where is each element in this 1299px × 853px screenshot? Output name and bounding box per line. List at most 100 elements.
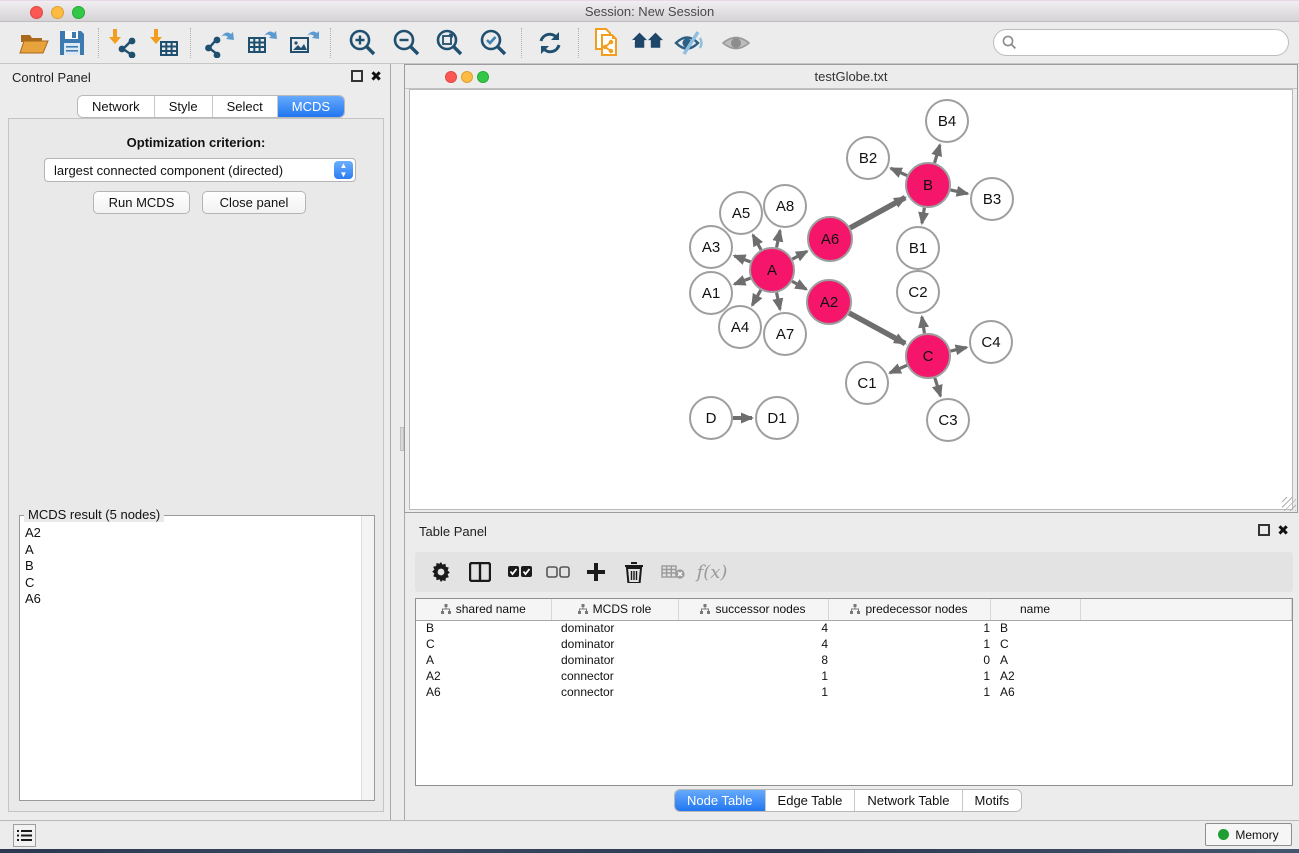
- run-mcds-button[interactable]: Run MCDS: [93, 191, 190, 214]
- graph-node-C3[interactable]: C3: [927, 399, 969, 441]
- graph-node-A3[interactable]: A3: [690, 226, 732, 268]
- graph-node-C[interactable]: C: [906, 334, 950, 378]
- graph-edge-A-A6[interactable]: [792, 251, 807, 259]
- graph-edge-C-C1[interactable]: [890, 365, 907, 373]
- graph-node-B4[interactable]: B4: [926, 100, 968, 142]
- graph-edge-A-A7[interactable]: [777, 293, 780, 310]
- graph-node-A5[interactable]: A5: [720, 192, 762, 234]
- tab-network[interactable]: Network: [78, 96, 155, 117]
- graph-node-C4[interactable]: C4: [970, 321, 1012, 363]
- graph-node-B3[interactable]: B3: [971, 178, 1013, 220]
- result-item[interactable]: B: [25, 558, 361, 575]
- task-history-button[interactable]: [13, 824, 36, 847]
- graph-node-C2[interactable]: C2: [897, 271, 939, 313]
- import-table-icon[interactable]: [148, 28, 180, 58]
- export-network-icon[interactable]: [204, 28, 236, 58]
- refresh-icon[interactable]: [534, 28, 566, 58]
- graph-node-B1[interactable]: B1: [897, 227, 939, 269]
- graph-edge-C-C4[interactable]: [950, 347, 966, 351]
- close-panel-button[interactable]: Close panel: [202, 191, 306, 214]
- graph-node-B[interactable]: B: [906, 163, 950, 207]
- tab-select[interactable]: Select: [213, 96, 278, 117]
- graph-edge-C-C3[interactable]: [935, 378, 941, 396]
- tab-style[interactable]: Style: [155, 96, 213, 117]
- table-row[interactable]: Bdominator41B: [416, 620, 1292, 636]
- column-header-successor-nodes[interactable]: successor nodes: [678, 599, 828, 620]
- criterion-dropdown[interactable]: largest connected component (directed) ▲…: [44, 158, 356, 182]
- table-row[interactable]: A2connector11A2: [416, 668, 1292, 684]
- column-header-mcds-role[interactable]: MCDS role: [551, 599, 678, 620]
- clone-network-icon[interactable]: [592, 28, 624, 58]
- graph-node-A8[interactable]: A8: [764, 185, 806, 227]
- graph-node-C1[interactable]: C1: [846, 362, 888, 404]
- zoom-selected-icon[interactable]: [477, 28, 509, 58]
- graph-edge-A-A8[interactable]: [777, 230, 780, 247]
- graph-edge-C-C2[interactable]: [922, 317, 925, 334]
- splitter-grip[interactable]: [400, 427, 404, 451]
- graph-edge-A6-B[interactable]: [850, 198, 905, 228]
- close-panel-icon[interactable]: ✖: [1277, 524, 1289, 536]
- graph-edge-A-A3[interactable]: [734, 256, 750, 262]
- graph-node-A2[interactable]: A2: [807, 280, 851, 324]
- result-item[interactable]: C: [25, 575, 361, 592]
- graph-edge-B-B2[interactable]: [891, 168, 907, 175]
- open-file-icon[interactable]: [18, 28, 50, 58]
- network-canvas[interactable]: B4 B2 B B3 A5A8A6 B1 A3 A C2 A1 A2 A4A7 C4 C C1 D D1 C3: [409, 89, 1293, 510]
- graph-edge-A-A1[interactable]: [734, 278, 750, 284]
- graph-node-D1[interactable]: D1: [756, 397, 798, 439]
- deselect-all-icon[interactable]: [545, 557, 571, 587]
- graph-node-A7[interactable]: A7: [764, 313, 806, 355]
- column-header-predecessor-nodes[interactable]: predecessor nodes: [828, 599, 990, 620]
- tab-node-table[interactable]: Node Table: [675, 790, 766, 811]
- gear-icon[interactable]: [429, 557, 453, 587]
- save-session-icon[interactable]: [56, 28, 88, 58]
- select-all-icon[interactable]: [507, 557, 533, 587]
- show-panel-icon[interactable]: [720, 28, 752, 58]
- graph-edge-A-A4[interactable]: [752, 290, 761, 305]
- columns-icon[interactable]: [467, 557, 493, 587]
- tab-edge-table[interactable]: Edge Table: [766, 790, 856, 811]
- tab-motifs[interactable]: Motifs: [963, 790, 1022, 811]
- column-header-shared-name[interactable]: shared name: [416, 599, 551, 620]
- graph-edge-A-A2[interactable]: [792, 281, 806, 289]
- add-icon[interactable]: [583, 557, 609, 587]
- delete-table-icon[interactable]: [659, 557, 687, 587]
- hide-panel-icon[interactable]: [674, 28, 706, 58]
- export-image-icon[interactable]: [288, 28, 320, 58]
- graph-node-A1[interactable]: A1: [690, 272, 732, 314]
- result-item[interactable]: A6: [25, 591, 361, 608]
- float-panel-icon[interactable]: [351, 70, 363, 82]
- zoom-fit-icon[interactable]: [433, 28, 465, 58]
- result-item[interactable]: A: [25, 542, 361, 559]
- graph-node-D[interactable]: D: [690, 397, 732, 439]
- graph-edge-A2-C[interactable]: [849, 313, 905, 344]
- table-row[interactable]: Adominator80A: [416, 652, 1292, 668]
- column-header-name[interactable]: name: [990, 599, 1080, 620]
- close-panel-icon[interactable]: ✖: [370, 70, 382, 82]
- graph-node-B2[interactable]: B2: [847, 137, 889, 179]
- memory-button[interactable]: Memory: [1205, 823, 1292, 846]
- zoom-out-icon[interactable]: [390, 28, 422, 58]
- graph-node-A6[interactable]: A6: [808, 217, 852, 261]
- search-input[interactable]: [993, 29, 1289, 56]
- table-row[interactable]: Cdominator41C: [416, 636, 1292, 652]
- zoom-in-icon[interactable]: [346, 28, 378, 58]
- graph-edge-B-B1[interactable]: [922, 208, 924, 224]
- tab-network-table[interactable]: Network Table: [855, 790, 962, 811]
- mcds-result-list[interactable]: A2 A B C A6: [21, 521, 361, 799]
- table-row[interactable]: A6connector11A6: [416, 684, 1292, 700]
- graph-node-A4[interactable]: A4: [719, 306, 761, 348]
- window-resize-grip[interactable]: [1282, 497, 1296, 511]
- network-window-titlebar[interactable]: testGlobe.txt: [405, 65, 1297, 89]
- graph-node-A[interactable]: A: [750, 248, 794, 292]
- graph-edge-B-B3[interactable]: [950, 190, 967, 194]
- graph-edge-B-B4[interactable]: [935, 145, 940, 163]
- tab-mcds[interactable]: MCDS: [278, 96, 344, 117]
- home-icon[interactable]: [632, 28, 664, 58]
- delete-icon[interactable]: [621, 557, 647, 587]
- result-scrollbar[interactable]: [361, 516, 374, 800]
- result-item[interactable]: A2: [25, 525, 361, 542]
- function-builder-icon[interactable]: f(x): [695, 557, 729, 587]
- graph-edge-A-A5[interactable]: [753, 235, 761, 250]
- float-panel-icon[interactable]: [1258, 524, 1270, 536]
